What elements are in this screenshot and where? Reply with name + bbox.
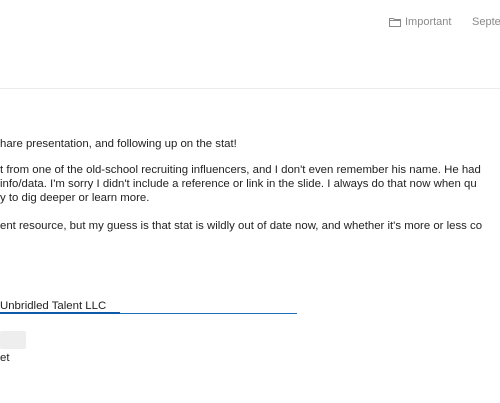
message-body-line: hare presentation, and following up on t… [0,138,237,150]
message-toolbar: Important Septe [0,0,500,40]
folder-icon [389,18,401,27]
signature-rule-accent [0,312,120,314]
message-body-line: y to dig deeper or learn more. [0,192,150,204]
message-body-line: ent resource, but my guess is that stat … [0,220,483,232]
message-date: Septe [472,16,500,28]
header-divider [0,88,500,89]
signature-company: Unbridled Talent LLC [0,300,107,312]
signature-text-fragment: et [0,352,10,364]
signature-image [0,331,26,349]
important-label-text: Important [405,16,452,28]
important-label-button[interactable]: Important [389,14,451,30]
message-body-line: info/data. I'm sorry I didn't include a … [0,178,477,190]
message-body-line: t from one of the old-school recruiting … [0,164,481,176]
